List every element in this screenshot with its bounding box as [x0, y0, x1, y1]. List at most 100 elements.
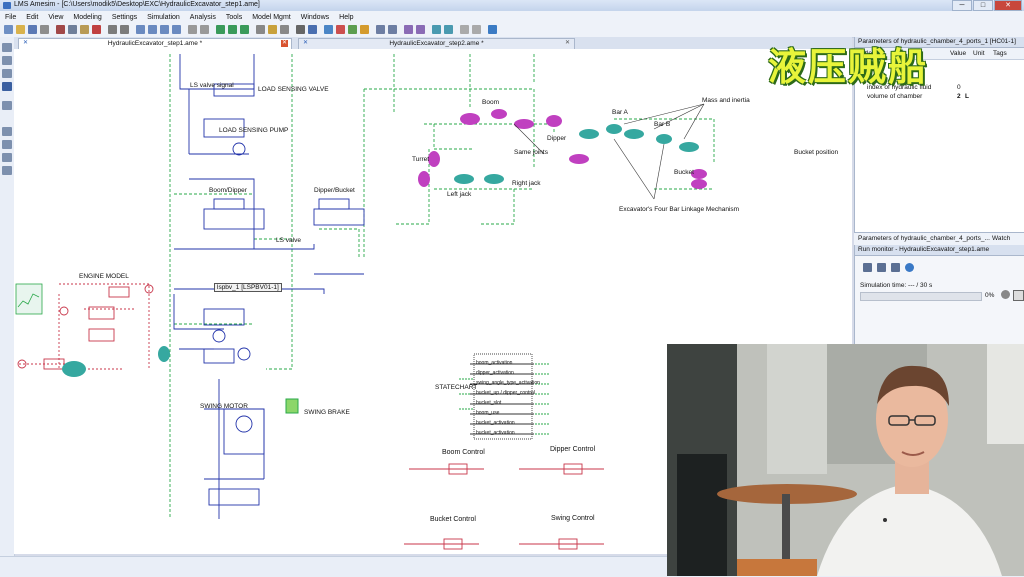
menu-edit[interactable]: Edit [21, 14, 43, 21]
run-monitor-panel: Run monitor - HydraulicExcavator_step1.a… [854, 245, 1024, 345]
line-tool-icon[interactable] [2, 69, 12, 78]
supercomponent-icon[interactable] [2, 101, 12, 110]
minimize-button[interactable]: ─ [952, 0, 972, 11]
arrow-down-icon[interactable] [240, 25, 249, 34]
rotate-icon[interactable] [188, 25, 197, 34]
start-run-icon[interactable] [863, 263, 872, 272]
label-bucket: Bucket [674, 169, 694, 176]
signal-icon[interactable] [2, 166, 12, 175]
tab-parameters[interactable]: Parameters of hydraulic_chamber_4_ports_… [858, 235, 990, 242]
tab-close-icon[interactable]: ✕ [302, 40, 309, 47]
paste-icon[interactable] [80, 25, 89, 34]
param-value[interactable]: 0 [957, 84, 961, 91]
tab-close-icon[interactable]: ✕ [22, 40, 29, 47]
label-ls-valve-signal: LS valve signal [190, 82, 234, 89]
col-unit[interactable]: Unit [973, 50, 985, 57]
run-monitor-title: Run monitor - HydraulicExcavator_step1.a… [855, 245, 1024, 256]
menu-file[interactable]: File [0, 14, 21, 21]
disk2-icon[interactable] [2, 140, 12, 149]
submodel-mode-icon[interactable] [336, 25, 345, 34]
table-icon[interactable] [416, 25, 425, 34]
menu-help[interactable]: Help [334, 14, 358, 21]
menu-settings[interactable]: Settings [107, 14, 142, 21]
tab-close-button[interactable]: ✕ [564, 40, 571, 47]
arrow-up-icon[interactable] [228, 25, 237, 34]
link-icon[interactable] [296, 25, 305, 34]
label-same-joints: Same joints [514, 149, 548, 156]
tool-icon[interactable] [460, 25, 469, 34]
replay-icon[interactable] [432, 25, 441, 34]
menu-analysis[interactable]: Analysis [185, 14, 221, 21]
batch-run-icon[interactable] [877, 263, 886, 272]
simulation-progress-bar [860, 292, 982, 301]
simulation-mode-icon[interactable] [360, 25, 369, 34]
zoom-in-icon[interactable] [136, 25, 145, 34]
col-tags[interactable]: Tags [993, 50, 1007, 57]
delete-icon[interactable] [92, 25, 101, 34]
text-icon[interactable] [268, 25, 277, 34]
zoom-fit-icon[interactable] [160, 25, 169, 34]
info-icon[interactable] [905, 263, 914, 272]
library-icon[interactable] [2, 43, 12, 52]
help-icon[interactable] [488, 25, 497, 34]
menu-view[interactable]: View [43, 14, 68, 21]
label-ls-pump: LOAD SENSING PUMP [219, 127, 289, 134]
print-icon[interactable] [40, 25, 49, 34]
statechart-row: boom_use [476, 410, 500, 416]
menu-model-mgmt[interactable]: Model Mgmt [247, 14, 296, 21]
undo-icon[interactable] [108, 25, 117, 34]
label-right-jack: Right jack [512, 180, 541, 187]
parameter-mode-icon[interactable] [348, 25, 357, 34]
save-icon[interactable] [28, 25, 37, 34]
settings-icon[interactable] [472, 25, 481, 34]
batch-icon[interactable] [388, 25, 397, 34]
zoom-out-icon[interactable] [148, 25, 157, 34]
run-icon[interactable] [376, 25, 385, 34]
copy-icon[interactable] [68, 25, 77, 34]
col-value[interactable]: Value [950, 50, 966, 57]
left-tool-strip [0, 37, 15, 557]
menu-simulation[interactable]: Simulation [142, 14, 185, 21]
disk-icon[interactable] [2, 127, 12, 136]
tab-step2[interactable]: ✕ HydraulicExcavator_step2.ame * ✕ [298, 38, 575, 49]
box-icon[interactable] [280, 25, 289, 34]
line-icon[interactable] [256, 25, 265, 34]
presenter-photo [667, 344, 1024, 576]
align-icon[interactable] [216, 25, 225, 34]
cut-icon[interactable] [56, 25, 65, 34]
statechart-icon[interactable] [2, 153, 12, 162]
param-name[interactable]: volume of chamber [867, 93, 922, 100]
grid-icon[interactable] [308, 25, 317, 34]
tab-step1[interactable]: ✕ HydraulicExcavator_step1.ame * ✕ [18, 38, 292, 49]
maximize-button[interactable]: □ [973, 0, 993, 11]
menu-windows[interactable]: Windows [296, 14, 334, 21]
mirror-icon[interactable] [200, 25, 209, 34]
tab-close-button[interactable]: ✕ [281, 40, 288, 47]
label-bar-b: Bar B [654, 121, 671, 128]
param-value[interactable]: 2 [957, 93, 961, 100]
open-icon[interactable] [16, 25, 25, 34]
plot-icon[interactable] [404, 25, 413, 34]
menu-modeling[interactable]: Modeling [68, 14, 106, 21]
label-bucket-control: Bucket Control [430, 516, 476, 523]
animation-icon[interactable] [444, 25, 453, 34]
tab-watch[interactable]: Watch [992, 235, 1010, 242]
redo-icon[interactable] [120, 25, 129, 34]
label-ls-valve: LS valve [276, 237, 301, 244]
param-unit: L [965, 93, 969, 100]
stop-icon[interactable] [1001, 290, 1010, 299]
window-title: LMS Amesim - [C:\Users\modik5\Desktop\EX… [14, 1, 260, 8]
menu-tools[interactable]: Tools [221, 14, 247, 21]
component-icon[interactable] [2, 56, 12, 65]
stop-run-icon[interactable] [891, 263, 900, 272]
statechart-row: boom_activation [476, 360, 513, 366]
select-tool-icon[interactable] [2, 82, 12, 91]
monitor-icon[interactable] [1013, 290, 1024, 301]
simulation-time: Simulation time: --- / 30 s [860, 282, 933, 289]
logo-watermark: 液压贼船 [768, 44, 929, 89]
label-swing-brake: SWING BRAKE [304, 409, 350, 416]
new-icon[interactable] [4, 25, 13, 34]
close-button[interactable]: ✕ [994, 0, 1022, 11]
sketch-mode-icon[interactable] [324, 25, 333, 34]
zoom-area-icon[interactable] [172, 25, 181, 34]
